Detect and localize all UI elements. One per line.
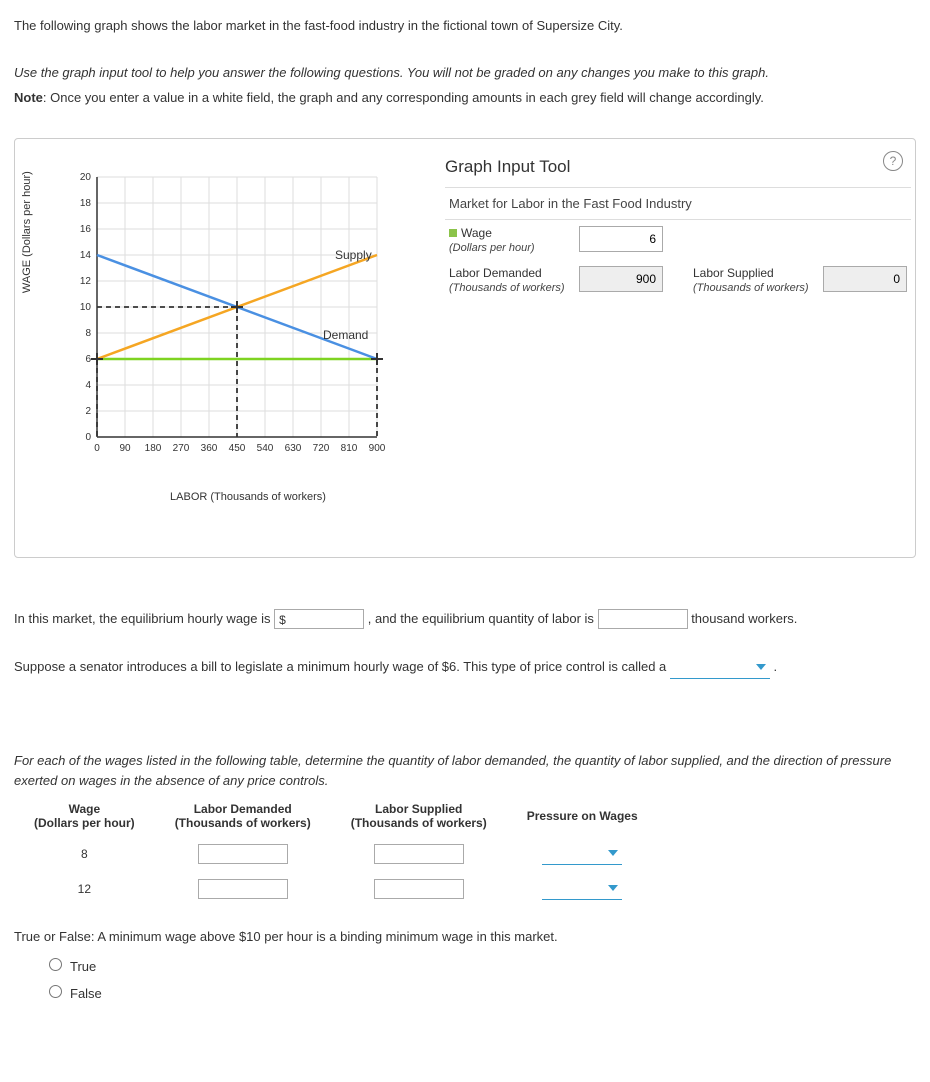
ld-8-input[interactable] <box>198 844 288 864</box>
labor-demanded-label: Labor Demanded(Thousands of workers) <box>449 266 569 294</box>
wage-marker-icon <box>449 229 457 237</box>
svg-text:0: 0 <box>94 443 100 454</box>
equilibrium-qty-input[interactable] <box>598 609 688 629</box>
svg-text:8: 8 <box>85 328 91 339</box>
wage-table: Wage(Dollars per hour) Labor Demanded(Th… <box>14 796 658 906</box>
svg-text:2: 2 <box>85 406 91 417</box>
tool-section: Market for Labor in the Fast Food Indust… <box>445 187 911 220</box>
svg-text:6: 6 <box>85 354 91 365</box>
col-supplied: Labor Supplied(Thousands of workers) <box>331 796 507 836</box>
labor-supplied-label: Labor Supplied(Thousands of workers) <box>693 266 813 294</box>
graph-panel: ? WAGE (Dollars per hour) <box>14 138 916 558</box>
label-true: True <box>70 959 96 974</box>
svg-text:270: 270 <box>173 443 190 454</box>
supply-label: Supply <box>335 248 372 262</box>
svg-text:900: 900 <box>369 443 386 454</box>
svg-text:18: 18 <box>80 198 92 209</box>
x-axis-label: LABOR (Thousands of workers) <box>23 491 433 503</box>
intro-1: The following graph shows the labor mark… <box>14 16 916 36</box>
radio-false[interactable] <box>49 985 62 998</box>
svg-text:20: 20 <box>80 172 92 183</box>
pressure-12-dropdown[interactable] <box>542 877 622 900</box>
ld-12-input[interactable] <box>198 879 288 899</box>
help-icon[interactable]: ? <box>883 151 903 171</box>
svg-text:10: 10 <box>80 302 92 313</box>
svg-text:14: 14 <box>80 250 92 261</box>
graph-input-tool: Graph Input Tool Market for Labor in the… <box>433 147 923 549</box>
chart-area[interactable]: ? WAGE (Dollars per hour) <box>23 147 433 549</box>
note: Note: Once you enter a value in a white … <box>14 88 916 108</box>
pressure-8-dropdown[interactable] <box>542 842 622 865</box>
svg-text:16: 16 <box>80 224 92 235</box>
radio-true[interactable] <box>49 958 62 971</box>
svg-text:810: 810 <box>341 443 358 454</box>
labor-demanded-output <box>579 266 663 292</box>
question-true-false: True or False: A minimum wage above $10 … <box>14 927 916 947</box>
ls-8-input[interactable] <box>374 844 464 864</box>
labor-supplied-output <box>823 266 907 292</box>
question-equilibrium: In this market, the equilibrium hourly w… <box>14 609 916 630</box>
equilibrium-wage-input[interactable]: $ <box>274 609 364 629</box>
col-demanded: Labor Demanded(Thousands of workers) <box>155 796 331 836</box>
ls-12-input[interactable] <box>374 879 464 899</box>
note-text: : Once you enter a value in a white fiel… <box>43 90 764 105</box>
svg-text:0: 0 <box>85 432 91 443</box>
table-instructions: For each of the wages listed in the foll… <box>14 751 916 790</box>
wage-input[interactable] <box>579 226 663 252</box>
y-axis-label: WAGE (Dollars per hour) <box>21 171 33 293</box>
svg-text:630: 630 <box>285 443 302 454</box>
col-pressure: Pressure on Wages <box>507 796 658 836</box>
svg-text:12: 12 <box>80 276 92 287</box>
table-row: 12 <box>14 871 658 906</box>
svg-text:540: 540 <box>257 443 274 454</box>
svg-text:450: 450 <box>229 443 246 454</box>
svg-text:4: 4 <box>85 380 91 391</box>
demand-label: Demand <box>323 328 368 342</box>
table-row: 8 <box>14 836 658 871</box>
price-control-dropdown[interactable] <box>670 656 770 679</box>
note-label: Note <box>14 90 43 105</box>
svg-text:90: 90 <box>119 443 131 454</box>
intro-2: Use the graph input tool to help you ans… <box>14 63 916 83</box>
question-price-control: Suppose a senator introduces a bill to l… <box>14 656 916 679</box>
svg-text:720: 720 <box>313 443 330 454</box>
tool-title: Graph Input Tool <box>445 157 911 177</box>
wage-label: Wage (Dollars per hour) <box>449 226 569 254</box>
col-wage: Wage(Dollars per hour) <box>14 796 155 836</box>
label-false: False <box>70 986 102 1001</box>
svg-text:360: 360 <box>201 443 218 454</box>
svg-text:180: 180 <box>145 443 162 454</box>
